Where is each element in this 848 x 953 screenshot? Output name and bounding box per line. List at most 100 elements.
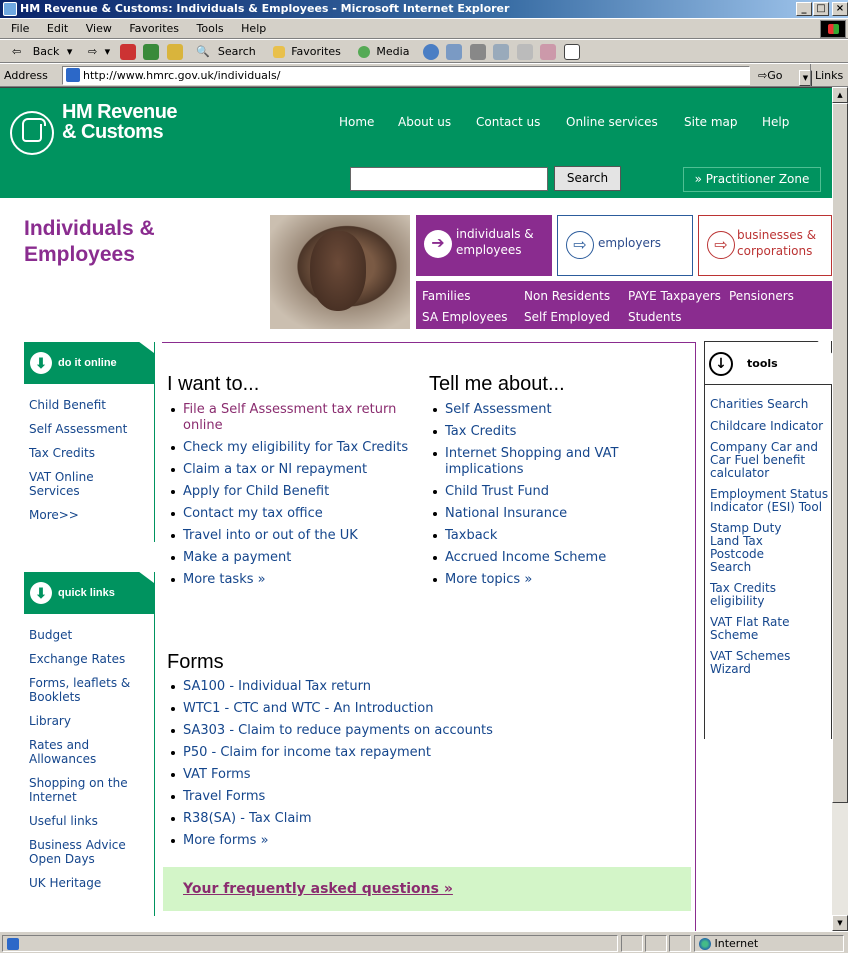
- tool-tax-credits-eligibility[interactable]: Tax Credits eligibility: [710, 582, 790, 608]
- nav-home[interactable]: Home: [339, 115, 374, 129]
- nav-site-map[interactable]: Site map: [684, 115, 738, 129]
- nav-help[interactable]: Help: [762, 115, 789, 129]
- subnav-non-residents[interactable]: Non Residents: [524, 289, 610, 303]
- topic-taxback[interactable]: Taxback: [429, 528, 679, 544]
- form-travel-forms[interactable]: Travel Forms: [167, 789, 667, 805]
- search-button[interactable]: 🔍 Search: [188, 40, 264, 62]
- tool-vat-flat-rate[interactable]: VAT Flat Rate Scheme: [710, 616, 800, 642]
- task-check-tax-credits[interactable]: Check my eligibility for Tax Credits: [167, 440, 417, 456]
- close-button[interactable]: ×: [832, 2, 848, 16]
- menu-favorites[interactable]: Favorites: [122, 19, 186, 38]
- task-contact-tax-office[interactable]: Contact my tax office: [167, 506, 417, 522]
- quick-link-rates-allowances[interactable]: Rates and Allowances: [29, 738, 109, 766]
- menu-help[interactable]: Help: [234, 19, 273, 38]
- quick-link-shopping-internet[interactable]: Shopping on the Internet: [29, 776, 137, 804]
- minimize-button[interactable]: _: [796, 2, 812, 16]
- task-more-tasks[interactable]: More tasks »: [167, 572, 417, 588]
- site-search-button[interactable]: Search: [554, 166, 621, 191]
- tool-stamp-duty-search[interactable]: Stamp Duty Land Tax Postcode Search: [710, 522, 800, 574]
- favorites-button[interactable]: Favorites: [267, 40, 349, 62]
- subnav-paye-taxpayers[interactable]: PAYE Taxpayers: [628, 289, 721, 303]
- subnav-pensioners[interactable]: Pensioners: [729, 289, 794, 303]
- form-sa100[interactable]: SA100 - Individual Tax return: [167, 679, 667, 695]
- topic-internet-shopping-vat[interactable]: Internet Shopping and VAT implications: [429, 446, 679, 478]
- hmrc-logo[interactable]: HM Revenue & Customs: [62, 102, 178, 142]
- messenger-icon[interactable]: [540, 44, 557, 60]
- task-apply-child-benefit[interactable]: Apply for Child Benefit: [167, 484, 417, 500]
- quick-link-exchange-rates[interactable]: Exchange Rates: [29, 652, 137, 666]
- scroll-down-icon[interactable]: ▼: [832, 915, 848, 931]
- faq-link[interactable]: Your frequently asked questions »: [163, 867, 691, 911]
- print-icon[interactable]: [469, 44, 486, 60]
- quick-link-uk-heritage[interactable]: UK Heritage: [29, 876, 137, 890]
- form-wtc1[interactable]: WTC1 - CTC and WTC - An Introduction: [167, 701, 667, 717]
- research-icon[interactable]: [563, 44, 580, 60]
- refresh-icon[interactable]: [143, 44, 160, 60]
- quick-link-forms-leaflets[interactable]: Forms, leaflets & Booklets: [29, 676, 137, 704]
- menu-tools[interactable]: Tools: [190, 19, 231, 38]
- form-more-forms[interactable]: More forms »: [167, 833, 667, 849]
- vertical-scrollbar[interactable]: ▲ ▼: [832, 87, 848, 931]
- tab-individuals-employees[interactable]: ➔ individuals & employees: [416, 215, 552, 276]
- nav-contact-us[interactable]: Contact us: [476, 115, 540, 129]
- stop-icon[interactable]: [119, 44, 136, 60]
- topic-self-assessment[interactable]: Self Assessment: [429, 402, 679, 418]
- topic-more-topics[interactable]: More topics »: [429, 572, 679, 588]
- task-travel-uk[interactable]: Travel into or out of the UK: [167, 528, 417, 544]
- online-self-assessment-link[interactable]: Self Assessment: [29, 422, 151, 436]
- go-button[interactable]: ⇨Go: [758, 64, 782, 86]
- quick-link-budget[interactable]: Budget: [29, 628, 137, 642]
- task-make-payment[interactable]: Make a payment: [167, 550, 417, 566]
- online-vat-services-link[interactable]: VAT Online Services: [29, 470, 109, 498]
- history-icon[interactable]: [422, 44, 439, 60]
- topic-accrued-income[interactable]: Accrued Income Scheme: [429, 550, 679, 566]
- mail-icon[interactable]: [446, 44, 463, 60]
- task-file-sa-return[interactable]: File a Self Assessment tax return online: [167, 402, 417, 434]
- online-tax-credits-link[interactable]: Tax Credits: [29, 446, 151, 460]
- form-r38sa[interactable]: R38(SA) - Tax Claim: [167, 811, 667, 827]
- scroll-thumb[interactable]: [832, 103, 848, 803]
- topic-national-insurance[interactable]: National Insurance: [429, 506, 679, 522]
- links-button[interactable]: Links: [810, 64, 843, 86]
- form-p50[interactable]: P50 - Claim for income tax repayment: [167, 745, 667, 761]
- topic-child-trust-fund[interactable]: Child Trust Fund: [429, 484, 679, 500]
- nav-about-us[interactable]: About us: [398, 115, 451, 129]
- quick-link-library[interactable]: Library: [29, 714, 137, 728]
- edit-icon[interactable]: [493, 44, 510, 60]
- back-button[interactable]: ⇦ Back ▾: [4, 40, 76, 62]
- tab-businesses-corporations[interactable]: ⇨ businesses & corporations: [698, 215, 832, 276]
- tool-vat-schemes-wizard[interactable]: VAT Schemes Wizard: [710, 650, 800, 676]
- nav-online-services[interactable]: Online services: [566, 115, 658, 129]
- menu-file[interactable]: File: [4, 19, 36, 38]
- home-icon[interactable]: [166, 44, 183, 60]
- tool-employment-status-indicator[interactable]: Employment Status Indicator (ESI) Tool: [710, 488, 830, 514]
- menu-view[interactable]: View: [79, 19, 119, 38]
- media-button[interactable]: Media: [352, 40, 417, 62]
- crown-crest-icon[interactable]: [10, 111, 54, 155]
- form-sa303[interactable]: SA303 - Claim to reduce payments on acco…: [167, 723, 667, 739]
- forward-button[interactable]: ⇨ ▾: [80, 40, 114, 62]
- practitioner-zone-link[interactable]: » Practitioner Zone: [683, 167, 821, 192]
- subnav-self-employed[interactable]: Self Employed: [524, 310, 610, 324]
- online-child-benefit-link[interactable]: Child Benefit: [29, 398, 151, 412]
- subnav-students[interactable]: Students: [628, 310, 682, 324]
- quick-link-business-advice[interactable]: Business Advice Open Days: [29, 838, 137, 866]
- task-claim-repayment[interactable]: Claim a tax or NI repayment: [167, 462, 417, 478]
- scroll-up-icon[interactable]: ▲: [832, 87, 848, 103]
- forms-heading: Forms: [167, 651, 224, 673]
- tab-employers[interactable]: ⇨ employers: [557, 215, 693, 276]
- address-input[interactable]: http://www.hmrc.gov.uk/individuals/ ▼: [62, 66, 812, 86]
- subnav-sa-employees[interactable]: SA Employees: [422, 310, 508, 324]
- discuss-icon[interactable]: [516, 44, 533, 60]
- form-vat-forms[interactable]: VAT Forms: [167, 767, 667, 783]
- quick-link-useful-links[interactable]: Useful links: [29, 814, 137, 828]
- maximize-button[interactable]: □: [813, 2, 829, 16]
- site-search-input[interactable]: [350, 167, 548, 191]
- menu-edit[interactable]: Edit: [40, 19, 75, 38]
- tool-charities-search[interactable]: Charities Search: [710, 397, 830, 411]
- subnav-families[interactable]: Families: [422, 289, 470, 303]
- online-more-link[interactable]: More>>: [29, 508, 151, 522]
- topic-tax-credits[interactable]: Tax Credits: [429, 424, 679, 440]
- tool-childcare-indicator[interactable]: Childcare Indicator: [710, 419, 830, 433]
- tool-company-car-calculator[interactable]: Company Car and Car Fuel benefit calcula…: [710, 441, 830, 480]
